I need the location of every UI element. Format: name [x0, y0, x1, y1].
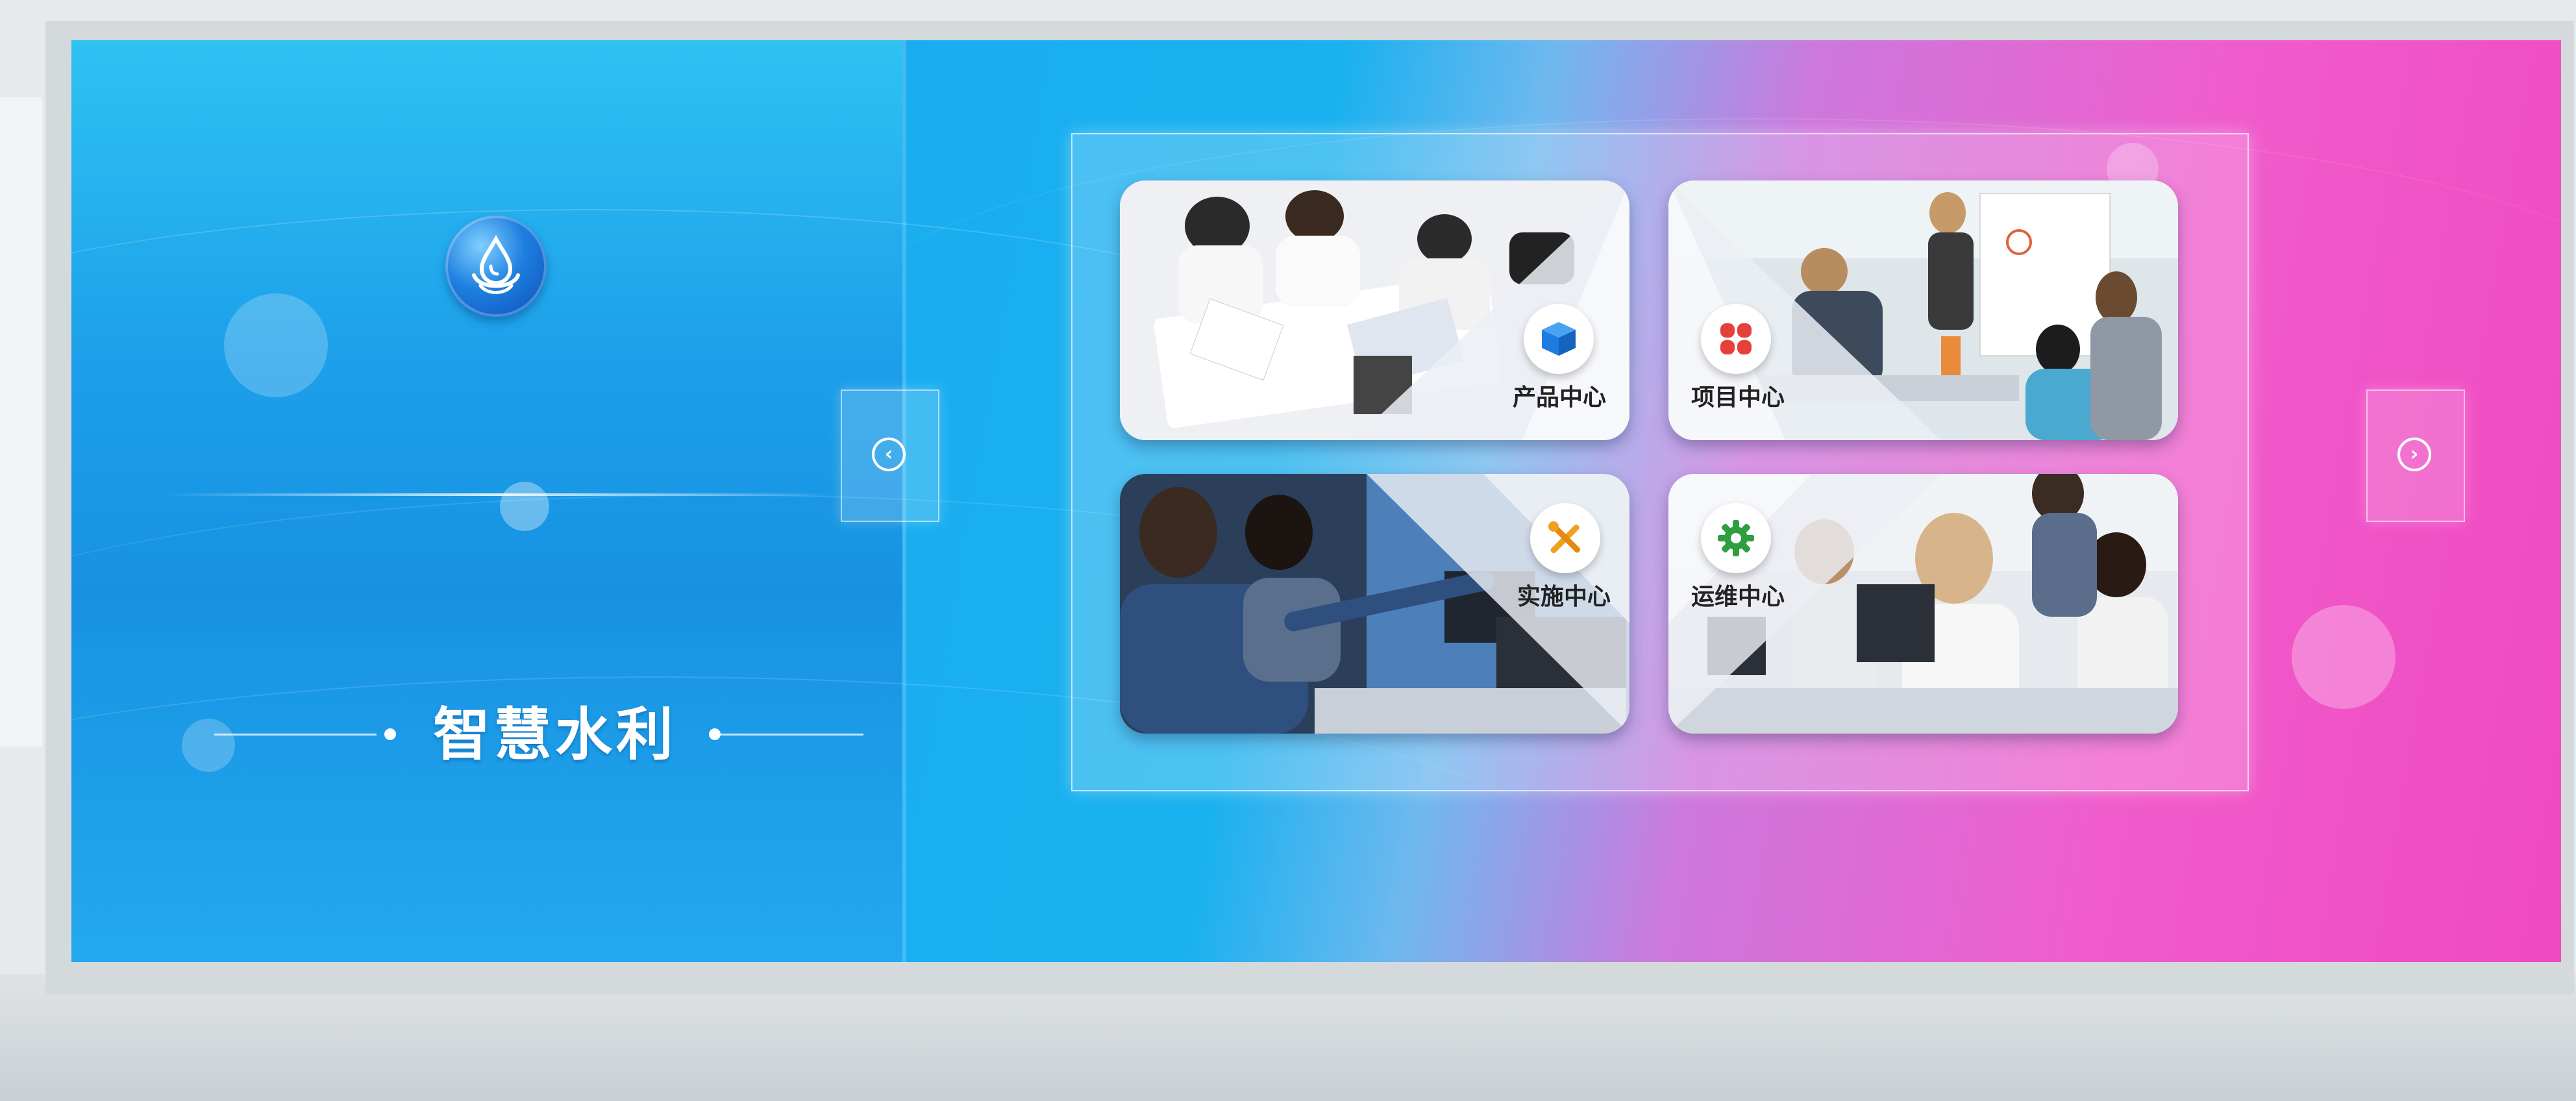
card-label: 实施中心 — [1517, 584, 1611, 610]
left-brand-panel: 智慧水利 — [71, 40, 1565, 962]
clover-grid-icon — [1701, 304, 1771, 374]
next-page-button[interactable]: › — [2366, 390, 2465, 522]
cube-icon — [1524, 304, 1594, 374]
title-decor-line — [214, 734, 377, 736]
water-drop-icon — [445, 216, 547, 317]
title-decor-line — [721, 734, 863, 736]
decor-bubble — [500, 482, 549, 531]
decor-bubble — [224, 293, 328, 397]
prev-page-button[interactable]: ‹ — [841, 390, 939, 522]
implementation-center-card[interactable]: 实施中心 — [1120, 474, 1629, 734]
glow-divider-line — [162, 493, 837, 496]
chevron-left-icon: ‹ — [872, 438, 906, 471]
brand-title-row: 智慧水利 — [214, 699, 870, 771]
tools-icon — [1530, 503, 1600, 573]
card-label: 项目中心 — [1691, 384, 1785, 411]
decor-bubble — [2292, 605, 2396, 709]
card-label: 运维中心 — [1691, 584, 1785, 610]
brand-title: 智慧水利 — [432, 701, 677, 768]
operations-center-card[interactable]: 运维中心 — [1668, 474, 2178, 734]
product-center-card[interactable]: 产品中心 — [1120, 180, 1629, 440]
gear-icon — [1701, 503, 1771, 573]
title-decor-dot — [384, 728, 396, 740]
card-label: 产品中心 — [1513, 384, 1607, 411]
wall-left — [0, 97, 42, 747]
project-center-card[interactable]: 项目中心 — [1668, 180, 2178, 440]
chevron-right-icon: › — [2397, 438, 2431, 471]
title-decor-dot — [709, 728, 721, 740]
